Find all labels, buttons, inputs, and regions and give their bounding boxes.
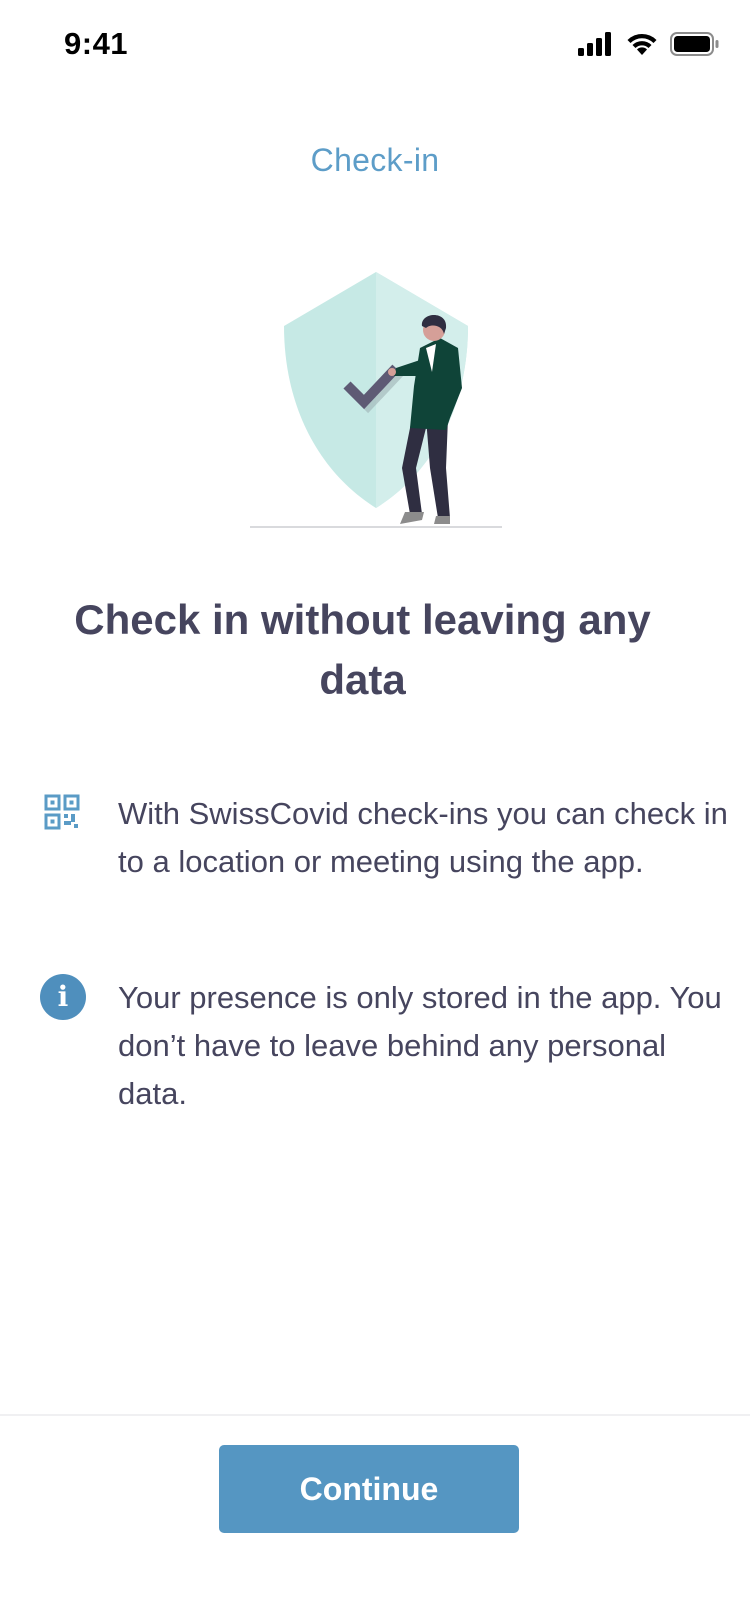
info-row-privacy: i Your presence is only stored in the ap… (0, 974, 750, 1124)
status-bar: 9:41 (0, 0, 750, 96)
info-text-privacy: Your presence is only stored in the app.… (118, 980, 722, 1111)
status-time: 9:41 (64, 26, 129, 61)
shield-person-illustration (250, 268, 502, 532)
status-icons (578, 32, 720, 61)
qr-code-icon (44, 794, 90, 840)
cellular-signal-icon (578, 32, 614, 61)
battery-icon (670, 32, 720, 61)
page-title: Check-in (310, 142, 440, 178)
info-row-checkin: With SwissCovid check-ins you can check … (0, 790, 750, 940)
info-icon-glyph: i (40, 974, 86, 1020)
footer-divider (0, 1414, 750, 1416)
info-text-checkin: With SwissCovid check-ins you can check … (118, 796, 728, 879)
continue-button[interactable]: Continue (219, 1445, 519, 1533)
info-icon: i (40, 974, 86, 1020)
wifi-icon (626, 32, 658, 61)
headline: Check in without leaving any data (74, 596, 651, 703)
